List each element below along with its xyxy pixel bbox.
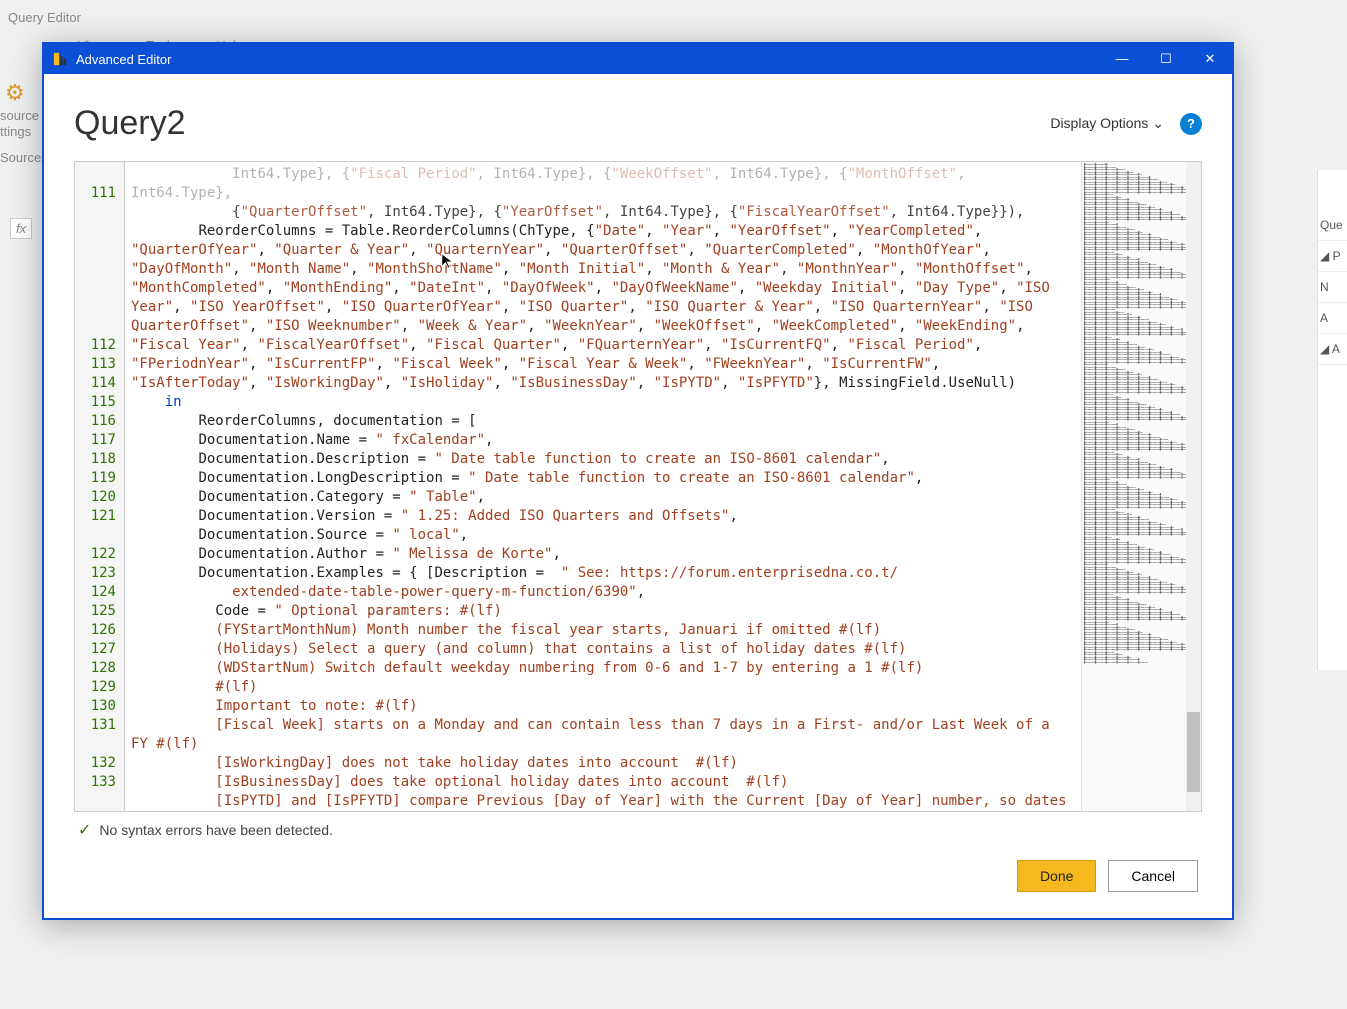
titlebar: Advanced Editor — ☐ ✕ xyxy=(44,44,1232,74)
line-gutter: 111 112113114115116117118119120121 12212… xyxy=(75,162,125,811)
formula-fx-button[interactable]: fx xyxy=(10,218,32,239)
syntax-status-bar: ✓ No syntax errors have been detected. xyxy=(74,812,1202,848)
code-editor[interactable]: 111 112113114115116117118119120121 12212… xyxy=(74,161,1202,812)
display-options-dropdown[interactable]: Display Options ⌄ xyxy=(1050,115,1164,132)
bg-source-label: source xyxy=(0,108,39,123)
query-name-heading: Query2 xyxy=(74,104,186,143)
minimap[interactable]: █▪▪▪▪▪▪▪▪█▪▪▪▪▪▪▪▪█▪ █▪▪▪▪▪▪▪▪█▪▪▪▪▪▪▪▪█… xyxy=(1081,162,1201,811)
gear-icon[interactable]: ⚙ xyxy=(5,80,25,106)
right-item-applied[interactable]: ◢ A xyxy=(1318,334,1347,365)
code-text-area[interactable]: Int64.Type}, {"Fiscal Period", Int64.Typ… xyxy=(125,162,1081,811)
bg-settings-label: ttings xyxy=(0,124,31,139)
right-side-panel: Que ◢ P N A ◢ A xyxy=(1317,170,1347,670)
vertical-scrollbar[interactable] xyxy=(1186,162,1201,811)
maximize-button[interactable]: ☐ xyxy=(1156,51,1176,67)
chevron-down-icon: ⌄ xyxy=(1152,115,1164,131)
bg-sources-label: Sources xyxy=(0,150,48,165)
close-button[interactable]: ✕ xyxy=(1200,51,1220,67)
app-icon xyxy=(52,51,68,67)
minimize-button[interactable]: — xyxy=(1112,51,1132,67)
check-icon: ✓ xyxy=(78,820,91,840)
status-text: No syntax errors have been detected. xyxy=(99,822,332,838)
done-button[interactable]: Done xyxy=(1017,860,1096,892)
right-item-properties[interactable]: ◢ P xyxy=(1318,241,1347,272)
scroll-thumb[interactable] xyxy=(1187,712,1200,792)
bg-window-title: Query Editor xyxy=(8,10,81,25)
cancel-button[interactable]: Cancel xyxy=(1108,860,1198,892)
right-item-name: N xyxy=(1318,272,1347,303)
right-item-query[interactable]: Que xyxy=(1318,210,1347,241)
right-item-all[interactable]: A xyxy=(1318,303,1347,334)
dialog-title: Advanced Editor xyxy=(76,52,1112,67)
advanced-editor-dialog: Advanced Editor — ☐ ✕ Query2 Display Opt… xyxy=(42,42,1234,920)
help-icon[interactable]: ? xyxy=(1180,113,1202,135)
